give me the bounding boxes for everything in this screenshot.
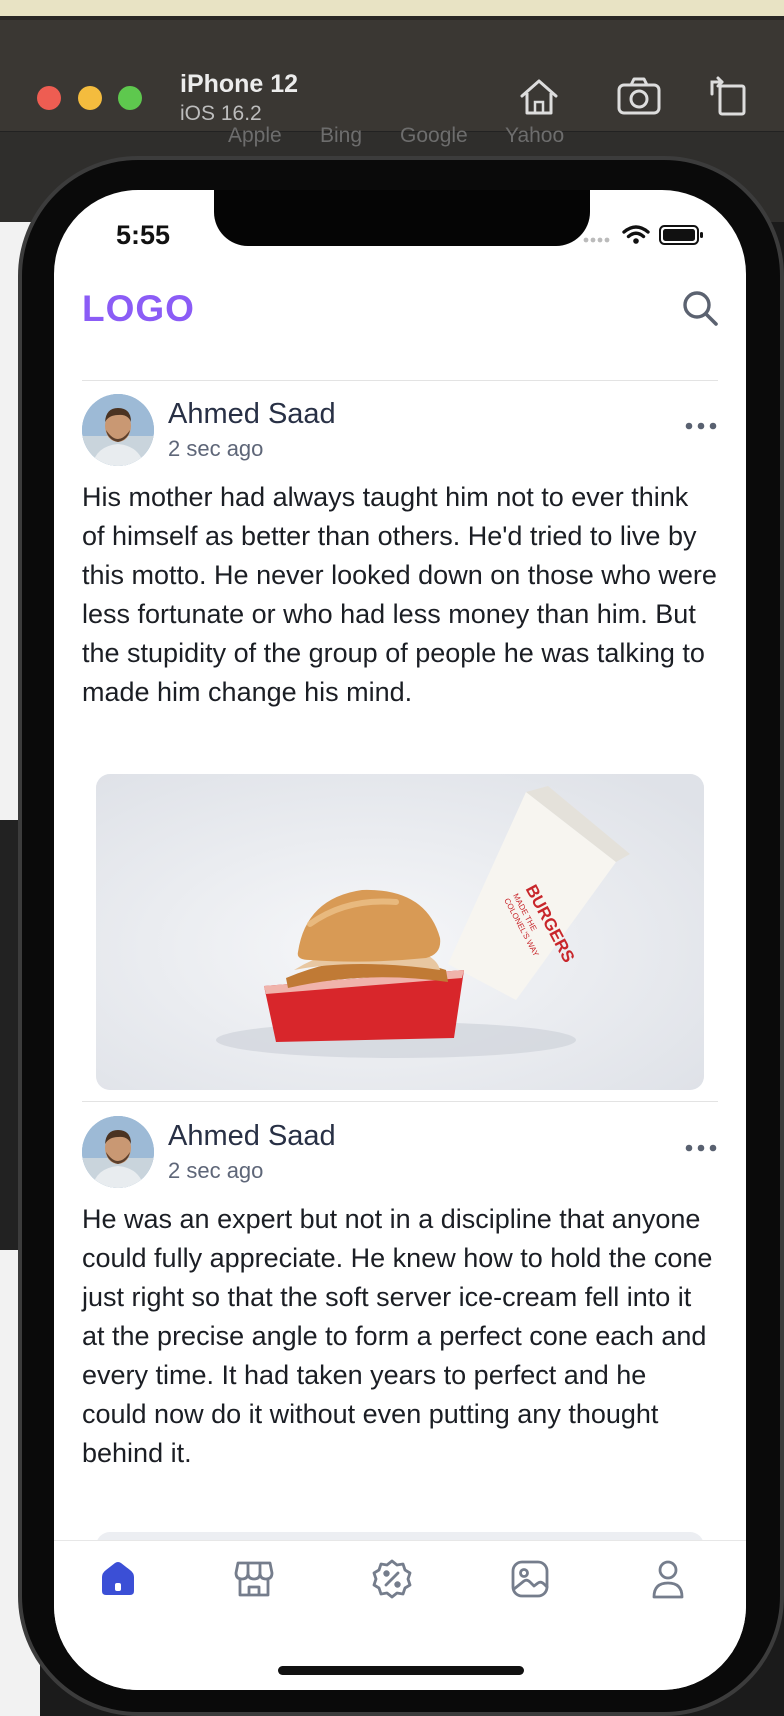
status-icons (580, 220, 710, 250)
header-divider (82, 380, 718, 381)
store-icon[interactable] (232, 1557, 276, 1601)
zoom-window-button[interactable] (118, 86, 142, 110)
close-window-button[interactable] (37, 86, 61, 110)
bookmark-bing: Bing (320, 124, 363, 147)
discount-badge-icon[interactable] (370, 1557, 414, 1601)
home-icon[interactable] (516, 74, 562, 118)
post-text: He was an expert but not in a discipline… (82, 1204, 713, 1468)
post-card: Ahmed Saad 2 sec ago His mother had alwa… (82, 394, 718, 1090)
avatar[interactable] (82, 1116, 154, 1188)
bookmark-yahoo: Yahoo (505, 124, 565, 147)
phone-screen: 5:55 LOGO Ahmed Saad 2 sec ago His mothe… (54, 190, 746, 1690)
simulator-toolbar: iPhone 12 iOS 16.2 (0, 16, 784, 132)
rotate-icon[interactable] (706, 74, 752, 118)
device-os-version: iOS 16.2 (180, 102, 262, 125)
more-options-icon[interactable] (684, 416, 718, 436)
home-icon[interactable] (96, 1557, 140, 1601)
wifi-icon (622, 225, 650, 244)
minimize-window-button[interactable] (78, 86, 102, 110)
notch (214, 190, 590, 246)
post-image[interactable]: BURGERS MADE THE COLONEL'S WAY (96, 774, 704, 1090)
camera-icon[interactable] (616, 74, 662, 118)
signal-icon (583, 237, 610, 243)
avatar[interactable] (82, 394, 154, 466)
post-timestamp: 2 sec ago (168, 1158, 264, 1183)
battery-icon (659, 225, 703, 245)
device-name: iPhone 12 (180, 70, 299, 98)
post-author[interactable]: Ahmed Saad (168, 398, 336, 431)
post-divider (82, 1101, 718, 1102)
more-options-icon[interactable] (684, 1138, 718, 1158)
gallery-icon[interactable] (508, 1557, 552, 1601)
post-timestamp: 2 sec ago (168, 436, 264, 461)
post-author[interactable]: Ahmed Saad (168, 1120, 336, 1153)
host-top-strip (0, 0, 784, 16)
bookmark-apple: Apple (228, 124, 282, 147)
home-indicator[interactable] (278, 1666, 524, 1675)
profile-icon[interactable] (646, 1557, 690, 1601)
app-logo[interactable]: LOGO (82, 288, 195, 330)
post-card: Ahmed Saad 2 sec ago He was an expert bu… (82, 1116, 718, 1572)
search-icon[interactable] (680, 288, 720, 328)
bookmark-google: Google (400, 124, 468, 147)
post-text: His mother had always taught him not to … (82, 482, 717, 707)
status-time: 5:55 (116, 220, 171, 250)
app-header: LOGO (54, 288, 746, 378)
